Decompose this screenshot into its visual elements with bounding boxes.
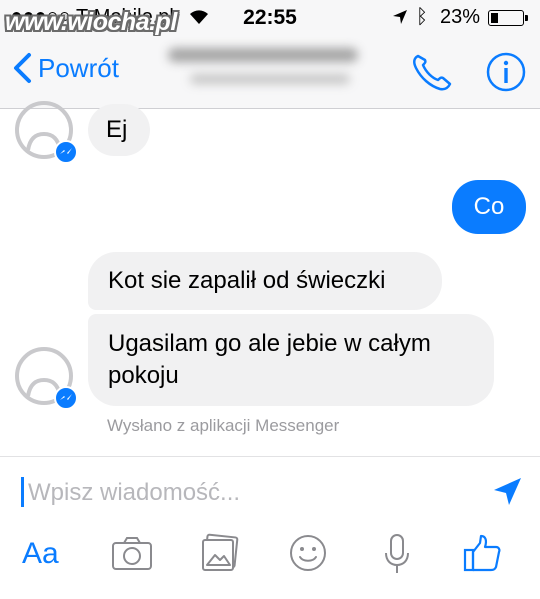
- text-style-button[interactable]: Aa: [22, 537, 59, 571]
- back-label: Powrót: [38, 52, 119, 83]
- bluetooth-icon: ᛒ: [416, 6, 428, 28]
- camera-icon[interactable]: [110, 533, 154, 573]
- messenger-badge-icon: [54, 140, 78, 164]
- messenger-badge-icon: [54, 386, 78, 410]
- composer-toolbar: Aa: [0, 533, 540, 581]
- chevron-left-icon: [14, 53, 31, 83]
- text-cursor: [21, 477, 24, 507]
- photo-gallery-icon[interactable]: [200, 533, 240, 573]
- info-icon[interactable]: [485, 51, 527, 93]
- message-input[interactable]: [28, 477, 468, 509]
- like-thumbs-up-icon[interactable]: [462, 533, 502, 573]
- contact-avatar[interactable]: [14, 100, 78, 164]
- message-text: Kot sie zapalił od świeczki: [108, 267, 386, 294]
- location-arrow-icon: [393, 10, 407, 24]
- battery-percentage: 23%: [440, 6, 481, 28]
- blurred-contact-status: [190, 74, 350, 84]
- phone-call-icon[interactable]: [410, 52, 454, 92]
- message-bubble-incoming[interactable]: Ej: [88, 104, 150, 156]
- microphone-icon[interactable]: [382, 533, 412, 575]
- back-button[interactable]: Powrót: [12, 52, 119, 84]
- blurred-contact-name: [168, 48, 358, 62]
- message-text: Ugasilam go ale jebie w całym pokoju: [108, 330, 431, 389]
- send-icon[interactable]: [490, 475, 524, 509]
- conversation-header: Powrót: [0, 36, 540, 109]
- message-bubble-incoming[interactable]: Kot sie zapalił od świeczki: [88, 252, 442, 310]
- message-bubble-outgoing[interactable]: Co: [452, 180, 526, 234]
- message-text: Co: [473, 193, 505, 220]
- watermark: www.wiocha.pl: [5, 8, 177, 36]
- contact-avatar[interactable]: [14, 346, 78, 410]
- message-bubble-incoming[interactable]: Ugasilam go ale jebie w całym pokoju: [88, 314, 494, 406]
- sent-from-messenger-note: Wysłano z aplikacji Messenger: [107, 416, 340, 435]
- battery-icon: [488, 10, 528, 26]
- emoji-icon[interactable]: [288, 533, 328, 573]
- status-bar: T-Mobile.pl 22:55 ᛒ 23% www.wiocha.pl: [0, 0, 540, 36]
- message-text: Ej: [106, 116, 128, 143]
- message-composer: Aa: [0, 456, 540, 599]
